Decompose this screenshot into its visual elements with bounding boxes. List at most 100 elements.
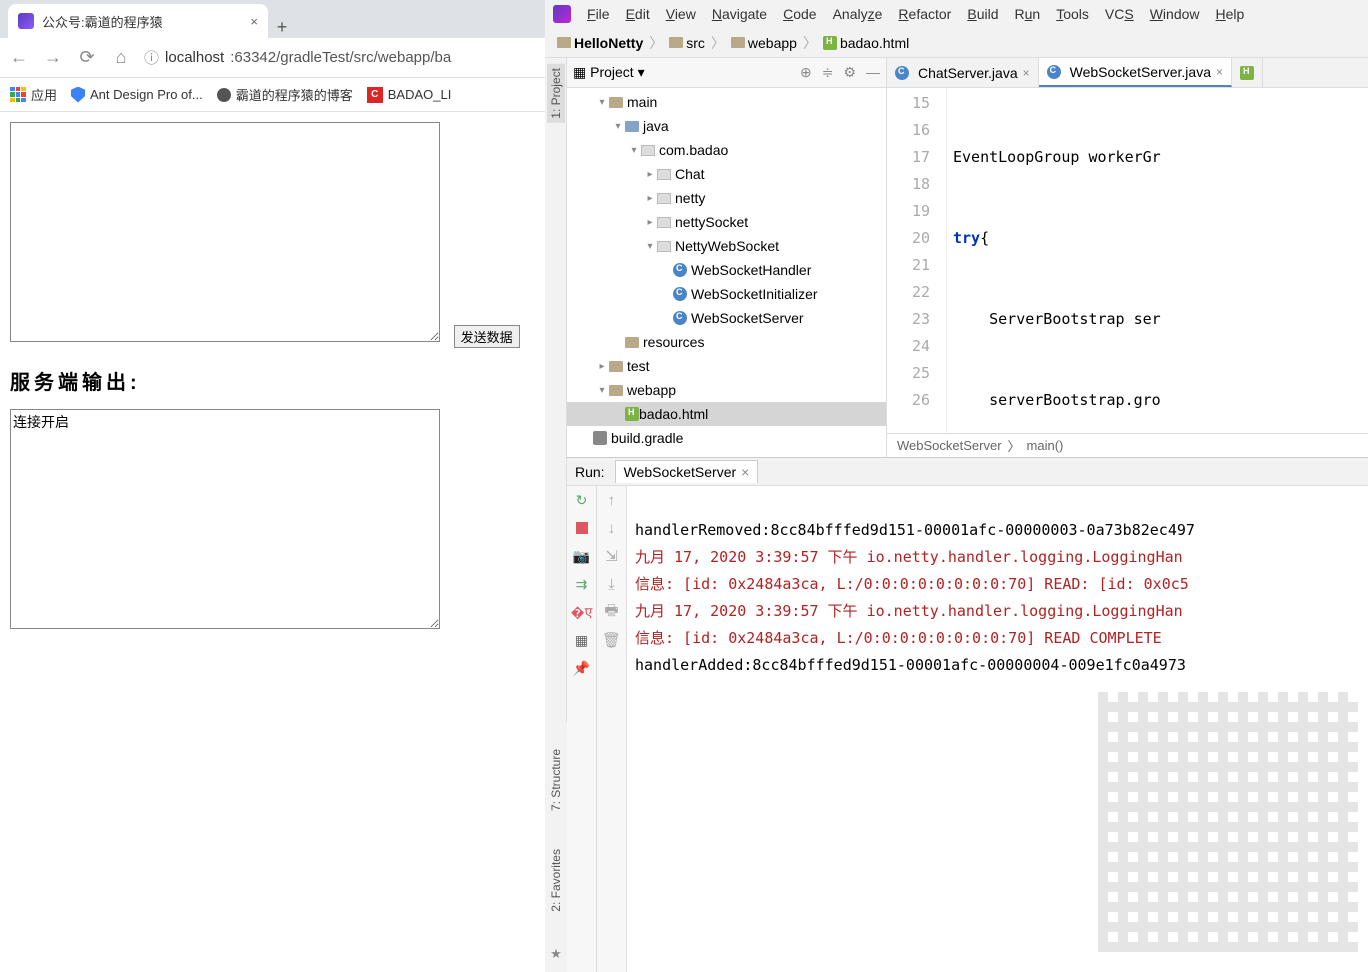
stop-button[interactable] [567, 514, 596, 542]
ide-menubar: File Edit View Navigate Code Analyze Ref… [545, 0, 1368, 28]
project-tree[interactable]: ▾main ▾java ▾com.badao ▸Chat ▸netty ▸net… [567, 88, 886, 457]
tree-wsserver[interactable]: WebSocketServer [567, 306, 886, 330]
tree-badao[interactable]: badao.html [567, 402, 886, 426]
output-textarea[interactable]: 连接开启 [10, 409, 440, 629]
url-path: :63342/gradleTest/src/webapp/ba [230, 49, 451, 66]
crumb-file[interactable]: badao.html [819, 33, 913, 53]
menu-edit[interactable]: Edit [620, 4, 656, 24]
skull-icon [217, 88, 231, 102]
close-icon[interactable]: × [1216, 65, 1223, 79]
crumb-webapp[interactable]: webapp [727, 33, 801, 53]
star-icon[interactable]: ★ [550, 946, 562, 962]
dump-button[interactable]: 📷 [567, 542, 596, 570]
tree-webapp[interactable]: ▾webapp [567, 378, 886, 402]
menu-navigate[interactable]: Navigate [706, 4, 773, 24]
editor-tab-more[interactable] [1232, 58, 1263, 87]
sidetab-structure[interactable]: 7: Structure [547, 745, 565, 815]
project-panel: ▦ Project ▾ ⊕ ≑ ⚙ — ▾main ▾java ▾com.bad… [567, 58, 887, 457]
menu-code[interactable]: Code [777, 4, 822, 24]
reload-button[interactable]: ⟳ [76, 47, 98, 68]
tree-main[interactable]: ▾main [567, 90, 886, 114]
input-textarea[interactable] [10, 122, 440, 342]
run-header: Run: WebSocketServer× [567, 458, 1368, 486]
pin-button[interactable]: 📌 [567, 654, 596, 682]
menu-file[interactable]: File [581, 4, 616, 24]
folder-icon [731, 37, 745, 48]
new-tab-button[interactable]: + [268, 17, 296, 38]
address-bar[interactable]: ⓘ localhost:63342/gradleTest/src/webapp/… [144, 47, 537, 68]
debug-button[interactable]: ⇉ [567, 570, 596, 598]
rerun-button[interactable]: ↻ [567, 486, 596, 514]
locate-icon[interactable]: ⊕ [800, 64, 812, 81]
menu-run[interactable]: Run [1009, 4, 1047, 24]
apps-button[interactable]: 应用 [10, 85, 57, 104]
browser-tabstrip: 公众号:霸道的程序猿 × + [0, 0, 545, 38]
layout-button[interactable]: ▦ [567, 626, 596, 654]
browser-window: 公众号:霸道的程序猿 × + ← → ⟳ ⌂ ⓘ localhost:63342… [0, 0, 545, 972]
tree-netty[interactable]: ▸netty [567, 186, 886, 210]
sidetab-favorites[interactable]: 2: Favorites [547, 845, 565, 916]
run-toolbar-2: ↑ ↓ ⇲ ⤓ 🖶 🗑 [597, 486, 627, 972]
bookmark-blog[interactable]: 霸道的程序猿的博客 [217, 85, 353, 104]
project-dropdown[interactable]: ▦ Project ▾ [573, 64, 645, 81]
breadcrumb: HelloNetty 〉 src 〉 webapp 〉 badao.html [545, 28, 1368, 58]
wrap-button[interactable]: ⇲ [597, 542, 626, 570]
send-button[interactable]: 发送数据 [454, 325, 520, 348]
collapse-icon[interactable]: ≑ [822, 64, 834, 81]
home-button[interactable]: ⌂ [110, 47, 132, 68]
left-gutter-bottom: ★ 2: Favorites 7: Structure [545, 722, 567, 972]
bookmark-antd[interactable]: Ant Design Pro of... [71, 87, 203, 103]
bookmark-badao[interactable]: CBADAO_LI [367, 87, 452, 103]
menu-help[interactable]: Help [1210, 4, 1251, 24]
close-tab-icon[interactable]: × [250, 14, 258, 29]
tree-nettyweb[interactable]: ▾NettyWebSocket [567, 234, 886, 258]
exit-button[interactable]: �ए [567, 598, 596, 626]
back-button[interactable]: ← [8, 47, 30, 68]
tree-wshandler[interactable]: WebSocketHandler [567, 258, 886, 282]
tree-resources[interactable]: resources [567, 330, 886, 354]
run-toolbar-1: ↻ 📷 ⇉ �ए ▦ 📌 [567, 486, 597, 972]
run-tab[interactable]: WebSocketServer× [615, 460, 759, 483]
crumb-src[interactable]: src [665, 33, 709, 53]
menu-refactor[interactable]: Refactor [892, 4, 957, 24]
c-icon: C [367, 87, 383, 103]
editor-tab-ws[interactable]: WebSocketServer.java× [1039, 58, 1232, 87]
menu-view[interactable]: View [660, 4, 702, 24]
tree-test[interactable]: ▸test [567, 354, 886, 378]
menu-build[interactable]: Build [961, 4, 1004, 24]
sidetab-project[interactable]: 1: Project [547, 64, 565, 123]
tree-nettysocket[interactable]: ▸nettySocket [567, 210, 886, 234]
close-icon[interactable]: × [1023, 66, 1030, 80]
print-button[interactable]: 🖶 [597, 598, 626, 626]
tree-pkg[interactable]: ▾com.badao [567, 138, 886, 162]
browser-tab[interactable]: 公众号:霸道的程序猿 × [8, 4, 268, 38]
tree-chat[interactable]: ▸Chat [567, 162, 886, 186]
menu-tools[interactable]: Tools [1050, 4, 1095, 24]
menu-analyze[interactable]: Analyze [827, 4, 889, 24]
page-content: 发送数据 服务端输出: 连接开启 [0, 112, 545, 642]
bookmarks-bar: 应用 Ant Design Pro of... 霸道的程序猿的博客 CBADAO… [0, 78, 545, 112]
tree-gradle[interactable]: build.gradle [567, 426, 886, 450]
code-area[interactable]: 151617 181920 212223 242526 EventLoopGro… [887, 88, 1368, 433]
editor-tab-chat[interactable]: ChatServer.java× [887, 58, 1039, 87]
code-content[interactable]: EventLoopGroup workerGr try{ ServerBoots… [947, 88, 1368, 433]
clear-button[interactable]: 🗑 [597, 626, 626, 654]
folder-icon [557, 37, 571, 48]
up-button[interactable]: ↑ [597, 486, 626, 514]
crumb-project[interactable]: HelloNetty [553, 33, 647, 53]
favicon-icon [18, 13, 34, 29]
html-icon [823, 36, 837, 50]
tree-java[interactable]: ▾java [567, 114, 886, 138]
down-button[interactable]: ↓ [597, 514, 626, 542]
site-info-icon[interactable]: ⓘ [144, 47, 159, 68]
menu-window[interactable]: Window [1144, 4, 1206, 24]
apps-icon [10, 87, 26, 103]
scroll-button[interactable]: ⤓ [597, 570, 626, 598]
hide-icon[interactable]: — [866, 64, 880, 81]
forward-button[interactable]: → [42, 47, 64, 68]
gear-icon[interactable]: ⚙ [843, 64, 856, 81]
menu-vcs[interactable]: VCS [1099, 4, 1140, 24]
close-icon[interactable]: × [741, 464, 749, 480]
editor-tabs: ChatServer.java× WebSocketServer.java× [887, 58, 1368, 88]
tree-wsinit[interactable]: WebSocketInitializer [567, 282, 886, 306]
